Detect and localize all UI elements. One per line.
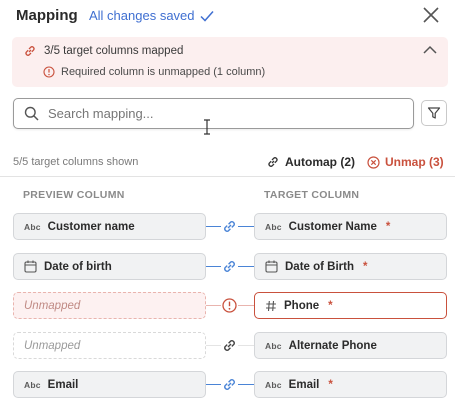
mapping-row: Abc Email Abc Email *	[0, 371, 455, 399]
link-icon[interactable]	[221, 218, 238, 235]
automap-button[interactable]: Automap (2)	[266, 155, 355, 169]
calendar-icon	[24, 260, 37, 273]
preview-column-pill[interactable]: Abc Customer name	[13, 213, 206, 240]
filter-icon	[427, 107, 441, 119]
target-column-pill[interactable]: Abc Email *	[254, 371, 447, 398]
unmapped-label: Unmapped	[24, 299, 81, 312]
checkmark-icon	[199, 10, 214, 22]
x-circle-icon	[367, 155, 380, 169]
filter-button[interactable]	[421, 100, 447, 126]
preview-column-pill[interactable]: Date of birth	[13, 253, 206, 280]
link-icon[interactable]	[221, 258, 238, 275]
preview-column-name: Customer name	[47, 220, 135, 233]
banner-summary: 3/5 target columns mapped	[23, 44, 183, 58]
search-input[interactable]	[48, 106, 388, 121]
target-column-pill[interactable]: Abc Customer Name *	[254, 213, 447, 240]
text-type-icon: Abc	[265, 340, 282, 351]
required-marker: *	[363, 260, 368, 273]
target-column-name: Email	[288, 378, 320, 391]
target-column-pill[interactable]: Abc Alternate Phone	[254, 332, 447, 359]
calendar-icon	[265, 260, 278, 273]
text-type-icon: Abc	[24, 379, 41, 390]
mapping-status-banner: 3/5 target columns mapped Required colum…	[12, 37, 448, 87]
unmapped-label: Unmapped	[24, 339, 81, 352]
link-icon	[268, 157, 278, 167]
mapping-row: Date of birth Date of Birth *	[0, 253, 455, 281]
alert-circle-icon	[43, 66, 55, 78]
target-column-pill[interactable]: Phone *	[254, 292, 447, 319]
mapping-connector	[206, 253, 254, 280]
mapping-connector	[206, 371, 254, 398]
preview-column-header: PREVIEW COLUMN	[23, 189, 125, 201]
target-column-name: Phone	[284, 299, 320, 312]
link-icon	[25, 46, 35, 56]
close-icon[interactable]	[421, 5, 441, 25]
required-marker: *	[328, 299, 333, 312]
required-marker: *	[385, 220, 391, 233]
mapping-row: Unmapped Phone *	[0, 292, 455, 320]
panel-header: Mapping All changes saved	[0, 0, 455, 32]
link-icon[interactable]	[221, 376, 238, 393]
unmap-label: Unmap (3)	[385, 155, 444, 169]
preview-column-name: Email	[47, 378, 79, 391]
unmapped-preview-slot[interactable]: Unmapped	[13, 292, 206, 319]
text-cursor-icon	[204, 119, 210, 135]
link-icon[interactable]	[221, 337, 238, 354]
target-column-name: Customer Name	[288, 220, 377, 233]
banner-warning: Required column is unmapped (1 column)	[43, 66, 265, 78]
columns-shown-count: 5/5 target columns shown	[13, 156, 139, 168]
mapping-connector	[206, 213, 254, 240]
mapping-row: Unmapped Abc Alternate Phone	[0, 332, 455, 360]
banner-summary-text: 3/5 target columns mapped	[44, 45, 184, 57]
target-column-name: Date of Birth	[285, 260, 354, 273]
search-icon	[24, 106, 39, 121]
chevron-up-icon[interactable]	[421, 43, 439, 57]
mapping-connector	[206, 292, 254, 319]
target-column-name: Alternate Phone	[288, 339, 377, 352]
preview-column-name: Date of birth	[44, 260, 112, 273]
unmapped-preview-slot[interactable]: Unmapped	[13, 332, 206, 359]
save-status-label: All changes saved	[89, 8, 195, 23]
unmap-button[interactable]: Unmap (3)	[367, 155, 444, 169]
save-status: All changes saved	[89, 8, 214, 23]
mapping-connector	[206, 332, 254, 359]
target-column-header: TARGET COLUMN	[264, 189, 360, 201]
target-column-pill[interactable]: Date of Birth *	[254, 253, 447, 280]
text-type-icon: Abc	[24, 221, 41, 232]
text-type-icon: Abc	[265, 379, 282, 390]
preview-column-pill[interactable]: Abc Email	[13, 371, 206, 398]
panel-title: Mapping	[16, 7, 78, 24]
search-box[interactable]	[13, 98, 414, 129]
banner-warning-text: Required column is unmapped (1 column)	[61, 66, 266, 78]
automap-label: Automap (2)	[285, 155, 355, 169]
text-type-icon: Abc	[265, 221, 282, 232]
alert-circle-icon[interactable]	[221, 297, 238, 314]
hash-icon	[266, 300, 276, 311]
divider	[0, 176, 455, 177]
required-marker: *	[328, 378, 333, 391]
mapping-row: Abc Customer name Abc Customer Name *	[0, 213, 455, 241]
